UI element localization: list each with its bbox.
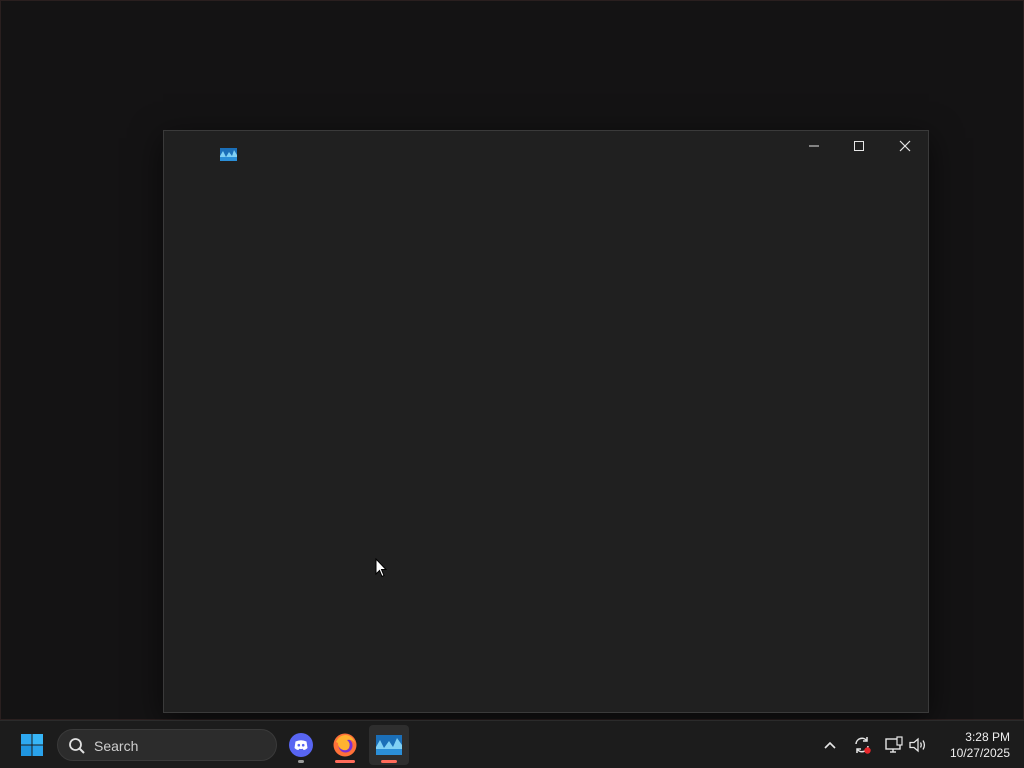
title-bar[interactable] [164,131,928,163]
mouse-cursor-icon [375,557,388,578]
taskbar-clock[interactable]: 3:28 PM 10/27/2025 [938,729,1010,761]
volume-icon [909,737,926,753]
taskbar-app-discord[interactable] [281,725,321,765]
photos-app-icon [376,735,402,755]
start-button[interactable] [14,727,50,763]
tray-volume-button[interactable] [906,733,930,757]
app-running-indicator [335,760,355,763]
firefox-icon [333,733,357,757]
minimize-button[interactable] [791,131,837,161]
minimize-icon [809,145,819,147]
close-icon [899,140,911,152]
app-window[interactable] [163,130,929,713]
photos-app-icon [220,148,237,161]
windows-start-icon [21,734,43,756]
taskbar-app-photos[interactable] [369,725,409,765]
search-box[interactable]: Search [57,729,277,761]
clock-date: 10/27/2025 [949,746,1010,760]
maximize-icon [854,141,864,151]
app-running-indicator [298,760,304,763]
chevron-up-icon [824,741,836,749]
tray-sync-button[interactable] [850,733,874,757]
close-button[interactable] [882,131,928,161]
tray-network-button[interactable] [882,733,906,757]
network-icon [885,736,903,753]
taskbar: Search 3:28 PM 10/27/2025 [0,720,1024,768]
tray-overflow-button[interactable] [818,733,842,757]
search-icon [69,738,85,754]
maximize-button[interactable] [836,131,882,161]
window-content [164,163,928,712]
app-active-indicator [381,760,397,763]
taskbar-app-firefox[interactable] [325,725,365,765]
search-label: Search [94,738,139,754]
clock-time: 3:28 PM [965,730,1010,744]
discord-icon [289,733,313,757]
sync-icon [855,737,871,754]
